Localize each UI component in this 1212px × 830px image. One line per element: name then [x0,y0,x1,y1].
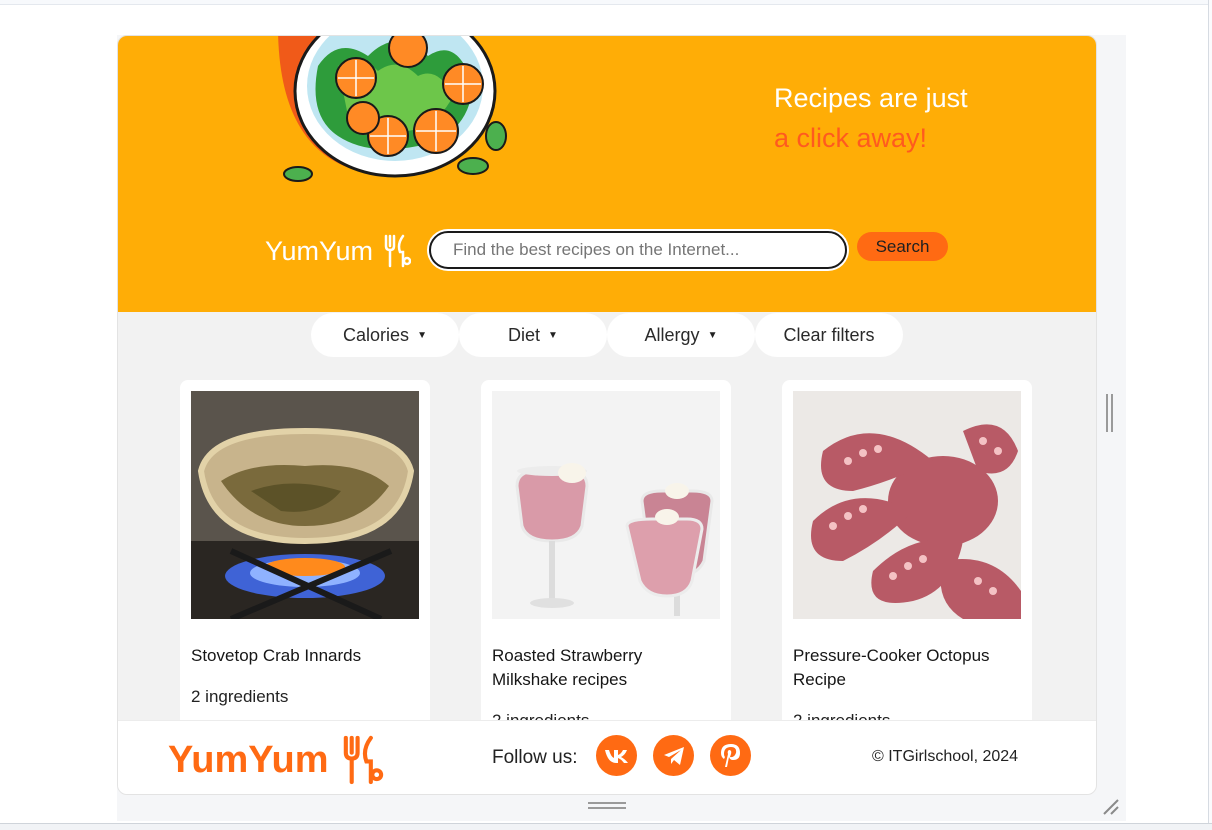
recipe-image-milkshake[interactable] [492,391,720,619]
search-button[interactable]: Search [857,232,948,261]
hero-banner: Recipes are just a click away! YumYum Se… [118,36,1096,312]
footer: YumYum Follow us: © ITGirlschool, 2024 [118,720,1096,794]
footer-logo[interactable]: YumYum [168,735,387,785]
tagline-line1: Recipes are just [774,83,968,113]
header-logo[interactable]: YumYum [265,234,412,268]
recipe-ingredients: 2 ingredients [191,687,289,706]
recipe-image-crab[interactable] [191,391,419,619]
recipe-title[interactable]: Stovetop Crab Innards [191,644,419,668]
filter-calories[interactable]: Calories ▼ [311,313,459,357]
search-input[interactable] [429,231,847,269]
filter-bar: Calories ▼ Diet ▼ Allergy ▼ Clear filter… [311,313,903,357]
header-logo-text: YumYum [265,235,374,266]
pinterest-icon[interactable] [710,735,751,776]
recipe-title[interactable]: Pressure-Cooker Octopus Recipe [793,644,1021,692]
filter-label: Calories [343,324,410,345]
telegram-icon[interactable] [653,735,694,776]
cutlery-icon [384,234,412,268]
hero-tagline: Recipes are just a click away! [774,78,968,158]
recipe-card[interactable]: Pressure-Cooker Octopus Recipe 2 ingredi… [782,380,1032,740]
cutlery-icon [343,735,383,785]
recipe-card[interactable]: Roasted Strawberry Milkshake recipes 2 i… [481,380,731,740]
filter-label: Diet [508,324,541,345]
vertical-resize-handle[interactable] [1106,394,1114,432]
tagline-line2: a click away! [774,123,928,153]
dropdown-arrow-icon: ▼ [548,329,558,341]
copyright: © ITGirlschool, 2024 [872,748,1019,765]
filter-label: Clear filters [783,324,875,345]
vk-icon[interactable] [596,735,637,776]
filter-allergy[interactable]: Allergy ▼ [607,313,755,357]
horizontal-resize-handle[interactable] [588,802,626,810]
recipe-image-octopus[interactable] [793,391,1021,619]
filter-diet[interactable]: Diet ▼ [459,313,607,357]
browser-right-edge [1208,0,1212,829]
clear-filters-button[interactable]: Clear filters [755,313,903,357]
salad-bowl-illustration [278,36,507,182]
browser-top-edge [0,0,1212,5]
filter-label: Allergy [644,324,700,345]
recipe-card[interactable]: Stovetop Crab Innards 2 ingredients [180,380,430,740]
footer-logo-text: YumYum [168,738,329,781]
dropdown-arrow-icon: ▼ [707,329,718,341]
resize-corner-icon[interactable] [1101,797,1121,817]
dropdown-arrow-icon: ▼ [417,329,427,341]
recipe-title[interactable]: Roasted Strawberry Milkshake recipes [492,644,720,692]
app-window: Recipes are just a click away! YumYum Se… [117,35,1097,795]
follow-us-label: Follow us: [492,747,578,768]
